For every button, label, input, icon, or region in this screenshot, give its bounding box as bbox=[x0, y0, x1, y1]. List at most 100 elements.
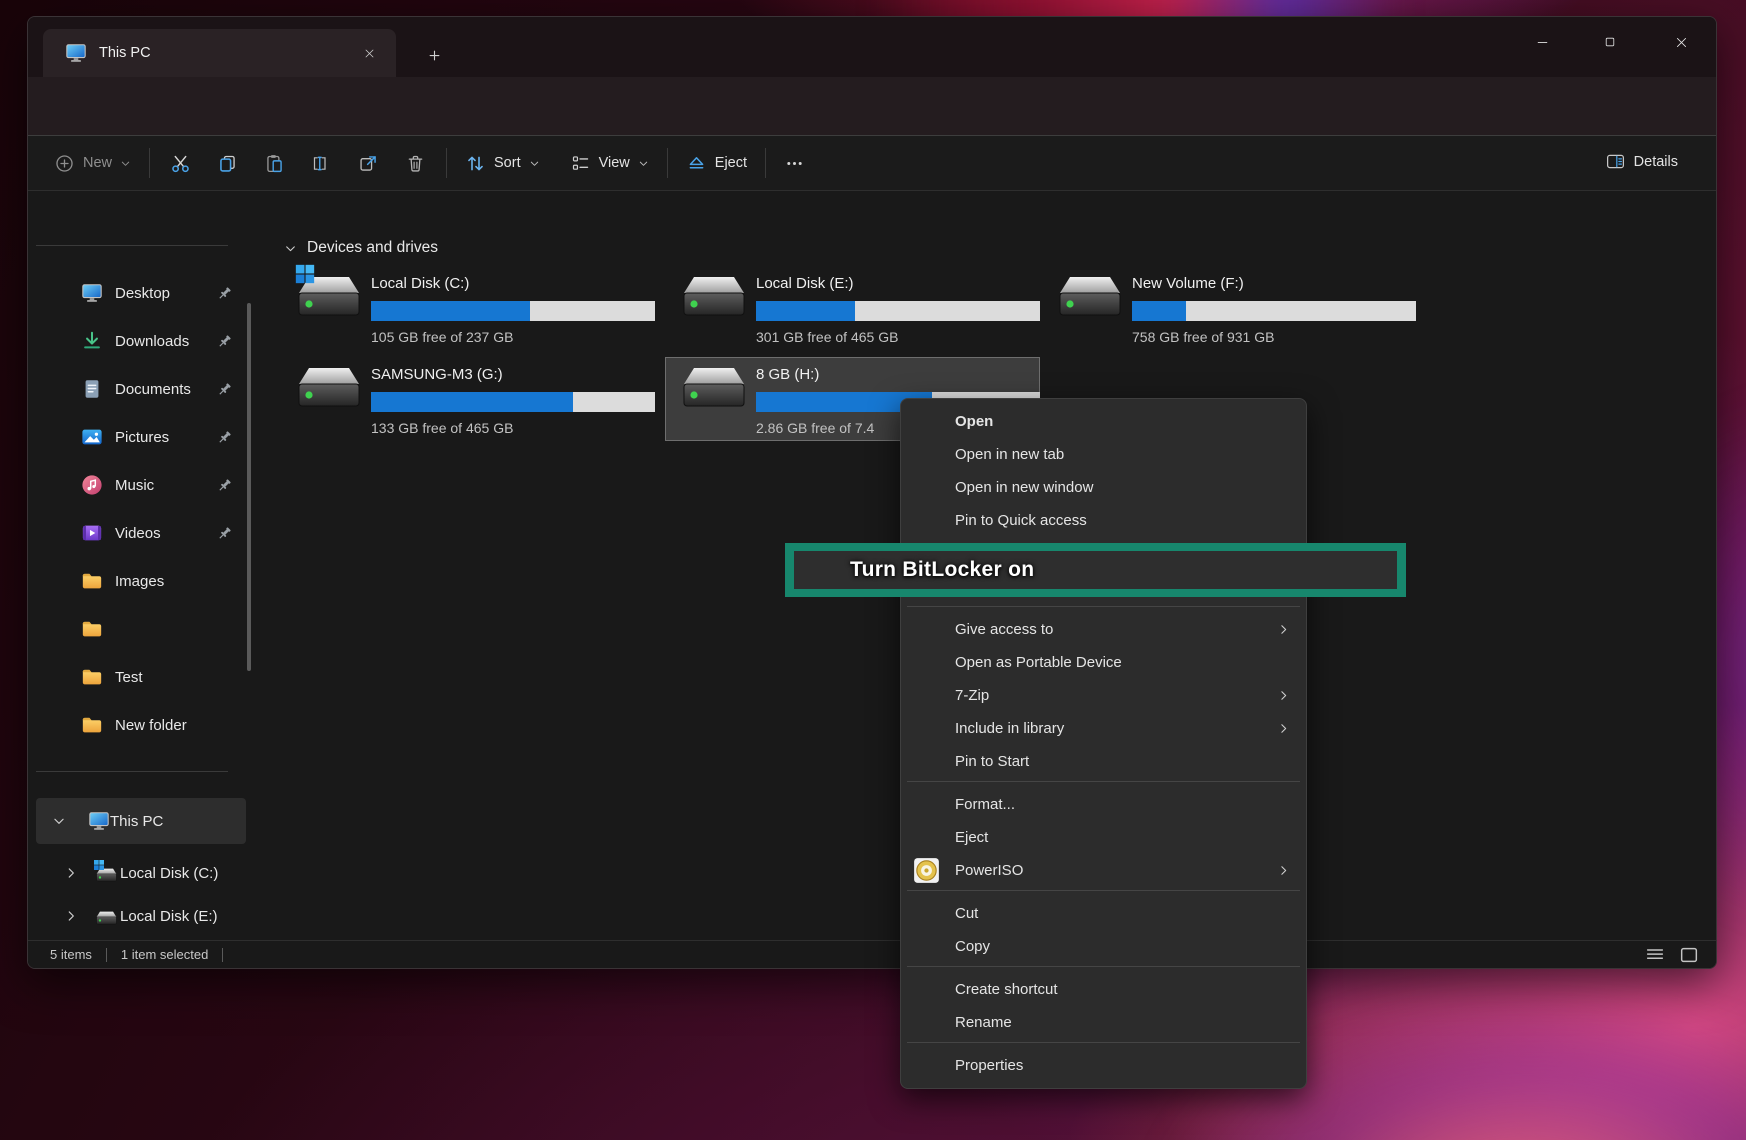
drive-icon bbox=[1058, 269, 1122, 321]
paste-button[interactable] bbox=[264, 153, 285, 174]
menu-item-eject[interactable]: Eject bbox=[901, 821, 1306, 854]
sidebar-divider bbox=[36, 771, 228, 772]
menu-item-open-as-portable-device[interactable]: Open as Portable Device bbox=[901, 646, 1306, 679]
maximize-button[interactable] bbox=[1588, 27, 1632, 57]
sidebar-item-documents[interactable]: Documents bbox=[36, 367, 246, 411]
sidebar-item-label: Videos bbox=[115, 525, 161, 542]
drive-name: New Volume (F:) bbox=[1132, 275, 1416, 293]
drive-capacity: 758 GB free of 931 GB bbox=[1132, 328, 1416, 346]
navigation-bar: This PC bbox=[28, 77, 1716, 135]
menu-item-format[interactable]: Format... bbox=[901, 788, 1306, 821]
drive-capacity: 301 GB free of 465 GB bbox=[756, 328, 1040, 346]
menu-item-cut[interactable]: Cut bbox=[901, 897, 1306, 930]
sidebar-item-desktop[interactable]: Desktop bbox=[36, 271, 246, 315]
menu-item-copy[interactable]: Copy bbox=[901, 930, 1306, 963]
menu-item-properties[interactable]: Properties bbox=[901, 1049, 1306, 1082]
menu-item-rename[interactable]: Rename bbox=[901, 1006, 1306, 1039]
details-view-button[interactable] bbox=[1644, 944, 1666, 966]
menu-separator bbox=[907, 781, 1300, 782]
sidebar-item-images[interactable]: Images bbox=[36, 559, 246, 603]
chevron-right-icon[interactable] bbox=[64, 909, 78, 923]
share-button[interactable] bbox=[358, 153, 379, 174]
capacity-bar-fill bbox=[371, 392, 573, 412]
tree-item-local-disk-c[interactable]: Local Disk (C:) bbox=[36, 851, 246, 895]
chevron-right-icon[interactable] bbox=[64, 866, 78, 880]
drive-tile-new-volume-f[interactable]: New Volume (F:) 758 GB free of 931 GB bbox=[1058, 275, 1419, 349]
view-list-icon bbox=[570, 153, 591, 174]
sidebar-item-test[interactable]: Test bbox=[36, 655, 246, 699]
tree-item-label: Local Disk (E:) bbox=[120, 908, 218, 925]
sidebar-item-new-folder[interactable]: New folder bbox=[36, 703, 246, 747]
submenu-arrow-icon bbox=[1277, 722, 1290, 735]
rename-button[interactable] bbox=[311, 153, 332, 174]
menu-item-turn-bitlocker-on[interactable]: Turn BitLocker on bbox=[794, 551, 1397, 589]
sidebar-divider bbox=[36, 245, 228, 246]
drive-name: SAMSUNG-M3 (G:) bbox=[371, 366, 655, 384]
new-button[interactable]: New bbox=[46, 147, 139, 180]
view-button[interactable]: View bbox=[562, 147, 657, 180]
drive-tile-samsung-m3-g[interactable]: SAMSUNG-M3 (G:) 133 GB free of 465 GB bbox=[297, 366, 658, 440]
plus-circle-icon bbox=[54, 153, 75, 174]
section-header-devices-and-drives[interactable]: Devices and drives bbox=[284, 239, 438, 257]
drive-icon bbox=[682, 269, 746, 321]
poweriso-icon bbox=[913, 857, 940, 884]
folder-icon bbox=[81, 618, 103, 640]
copy-button[interactable] bbox=[217, 153, 238, 174]
menu-separator bbox=[907, 1042, 1300, 1043]
menu-item-7zip[interactable]: 7-Zip bbox=[901, 679, 1306, 712]
tree-item-label: This PC bbox=[110, 813, 163, 830]
sort-button[interactable]: Sort bbox=[457, 147, 548, 180]
sidebar-item-music[interactable]: Music bbox=[36, 463, 246, 507]
eject-button[interactable]: Eject bbox=[678, 147, 755, 180]
cut-button[interactable] bbox=[170, 153, 191, 174]
turn-bitlocker-on-label: Turn BitLocker on bbox=[794, 558, 1034, 582]
menu-item-give-access-to[interactable]: Give access to bbox=[901, 613, 1306, 646]
delete-button[interactable] bbox=[405, 153, 426, 174]
new-tab-button[interactable] bbox=[420, 41, 448, 69]
minimize-icon bbox=[1535, 35, 1550, 50]
drive-tile-local-disk-e[interactable]: Local Disk (E:) 301 GB free of 465 GB bbox=[682, 275, 1043, 349]
chevron-down-icon[interactable] bbox=[52, 814, 66, 828]
large-icons-view-button[interactable] bbox=[1678, 944, 1700, 966]
tree-item-local-disk-e[interactable]: Local Disk (E:) bbox=[36, 894, 246, 938]
sidebar-item-label: New folder bbox=[115, 717, 187, 734]
menu-item-poweriso[interactable]: PowerISO bbox=[901, 854, 1306, 887]
sidebar-item-videos[interactable]: Videos bbox=[36, 511, 246, 555]
details-pane-button[interactable]: Details bbox=[1597, 145, 1686, 178]
pin-icon bbox=[216, 333, 233, 350]
windows-logo-icon bbox=[93, 859, 105, 871]
sidebar-scrollbar[interactable] bbox=[247, 303, 251, 671]
close-window-button[interactable] bbox=[1659, 27, 1703, 57]
sidebar-item-unnamed-folder[interactable] bbox=[36, 607, 246, 651]
tree-item-this-pc[interactable]: This PC bbox=[36, 798, 246, 844]
selection-count: 1 item selected bbox=[121, 947, 208, 962]
menu-item-pin-to-quick-access[interactable]: Pin to Quick access bbox=[901, 504, 1306, 537]
toolbar-divider bbox=[765, 148, 766, 178]
menu-item-include-in-library[interactable]: Include in library bbox=[901, 712, 1306, 745]
menu-item-open-in-new-tab[interactable]: Open in new tab bbox=[901, 438, 1306, 471]
sidebar-item-downloads[interactable]: Downloads bbox=[36, 319, 246, 363]
tab-close-button[interactable] bbox=[356, 40, 382, 66]
drive-capacity: 133 GB free of 465 GB bbox=[371, 419, 655, 437]
tab-this-pc[interactable]: This PC bbox=[43, 29, 396, 77]
menu-item-open[interactable]: Open bbox=[901, 405, 1306, 438]
drive-tile-local-disk-c[interactable]: Local Disk (C:) 105 GB free of 237 GB bbox=[297, 275, 658, 349]
capacity-bar bbox=[756, 301, 1040, 321]
menu-item-create-shortcut[interactable]: Create shortcut bbox=[901, 973, 1306, 1006]
menu-separator bbox=[907, 890, 1300, 891]
pictures-icon bbox=[81, 426, 103, 448]
details-pane-icon bbox=[1605, 151, 1626, 172]
music-icon bbox=[81, 474, 103, 496]
this-pc-icon bbox=[88, 810, 110, 832]
chevron-down-icon[interactable] bbox=[284, 242, 297, 255]
annotation-highlight-box: Turn BitLocker on bbox=[785, 543, 1406, 597]
minimize-button[interactable] bbox=[1520, 27, 1564, 57]
sidebar-item-label: Pictures bbox=[115, 429, 169, 446]
drive-icon bbox=[682, 360, 746, 412]
menu-item-open-in-new-window[interactable]: Open in new window bbox=[901, 471, 1306, 504]
context-menu: Open Open in new tab Open in new window … bbox=[900, 398, 1307, 1089]
sidebar-item-pictures[interactable]: Pictures bbox=[36, 415, 246, 459]
more-options-button[interactable] bbox=[776, 147, 813, 180]
menu-item-pin-to-start[interactable]: Pin to Start bbox=[901, 745, 1306, 778]
sidebar-item-label: Desktop bbox=[115, 285, 170, 302]
